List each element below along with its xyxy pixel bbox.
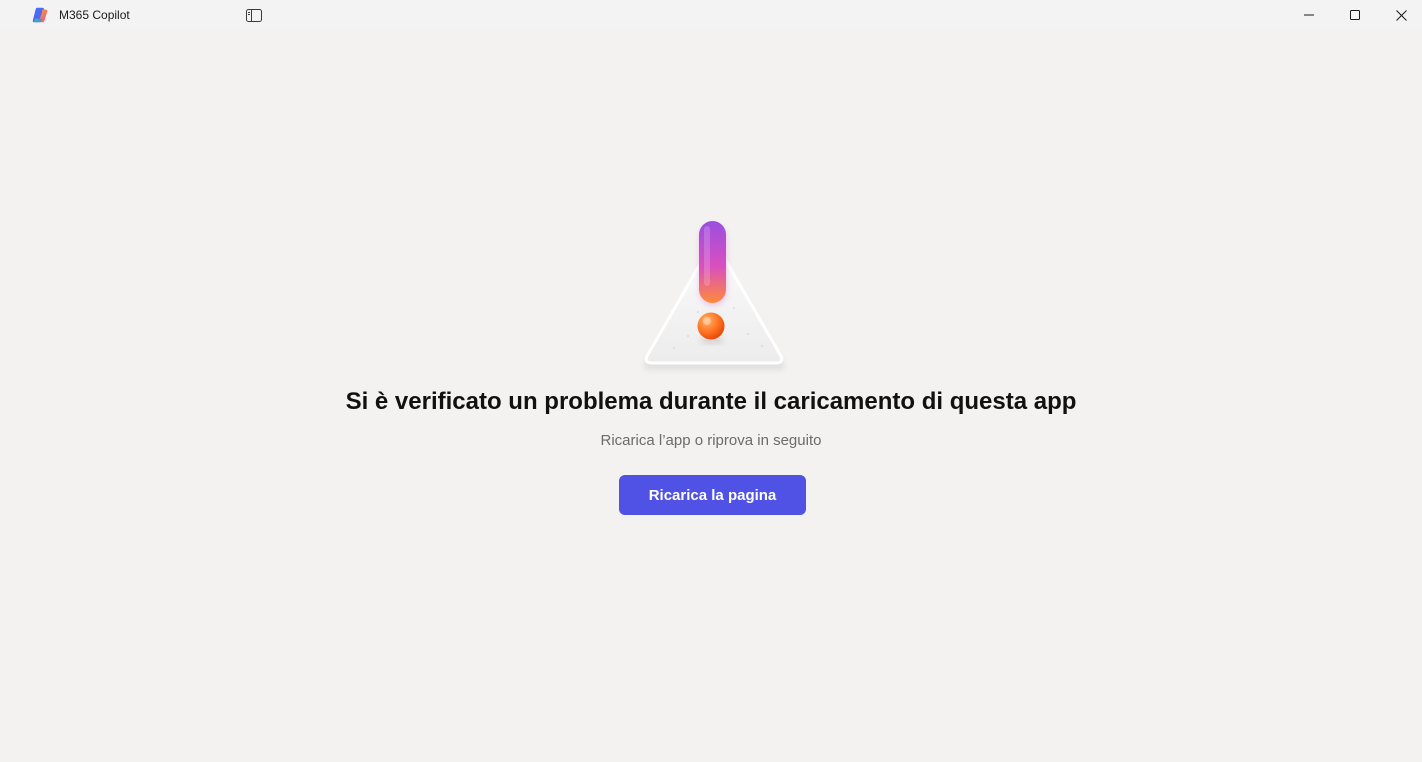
maximize-button[interactable] (1332, 0, 1378, 30)
error-title: Si è verificato un problema durante il c… (345, 388, 1077, 415)
sidebar-toggle-button[interactable] (244, 6, 264, 24)
sidebar-toggle-icon (246, 8, 262, 22)
minimize-icon (1304, 14, 1314, 16)
reload-page-button[interactable]: Ricarica la pagina (619, 475, 806, 515)
title-bar: M365 Copilot (0, 0, 1422, 30)
error-subtitle: Ricarica l’app o riprova in seguito (600, 432, 822, 449)
minimize-button[interactable] (1286, 0, 1332, 30)
close-icon (1395, 9, 1407, 21)
close-button[interactable] (1378, 0, 1422, 30)
maximize-icon (1350, 10, 1360, 20)
copilot-logo-icon (32, 7, 48, 23)
app-title: M365 Copilot (59, 8, 130, 22)
warning-triangle-icon (643, 221, 785, 370)
